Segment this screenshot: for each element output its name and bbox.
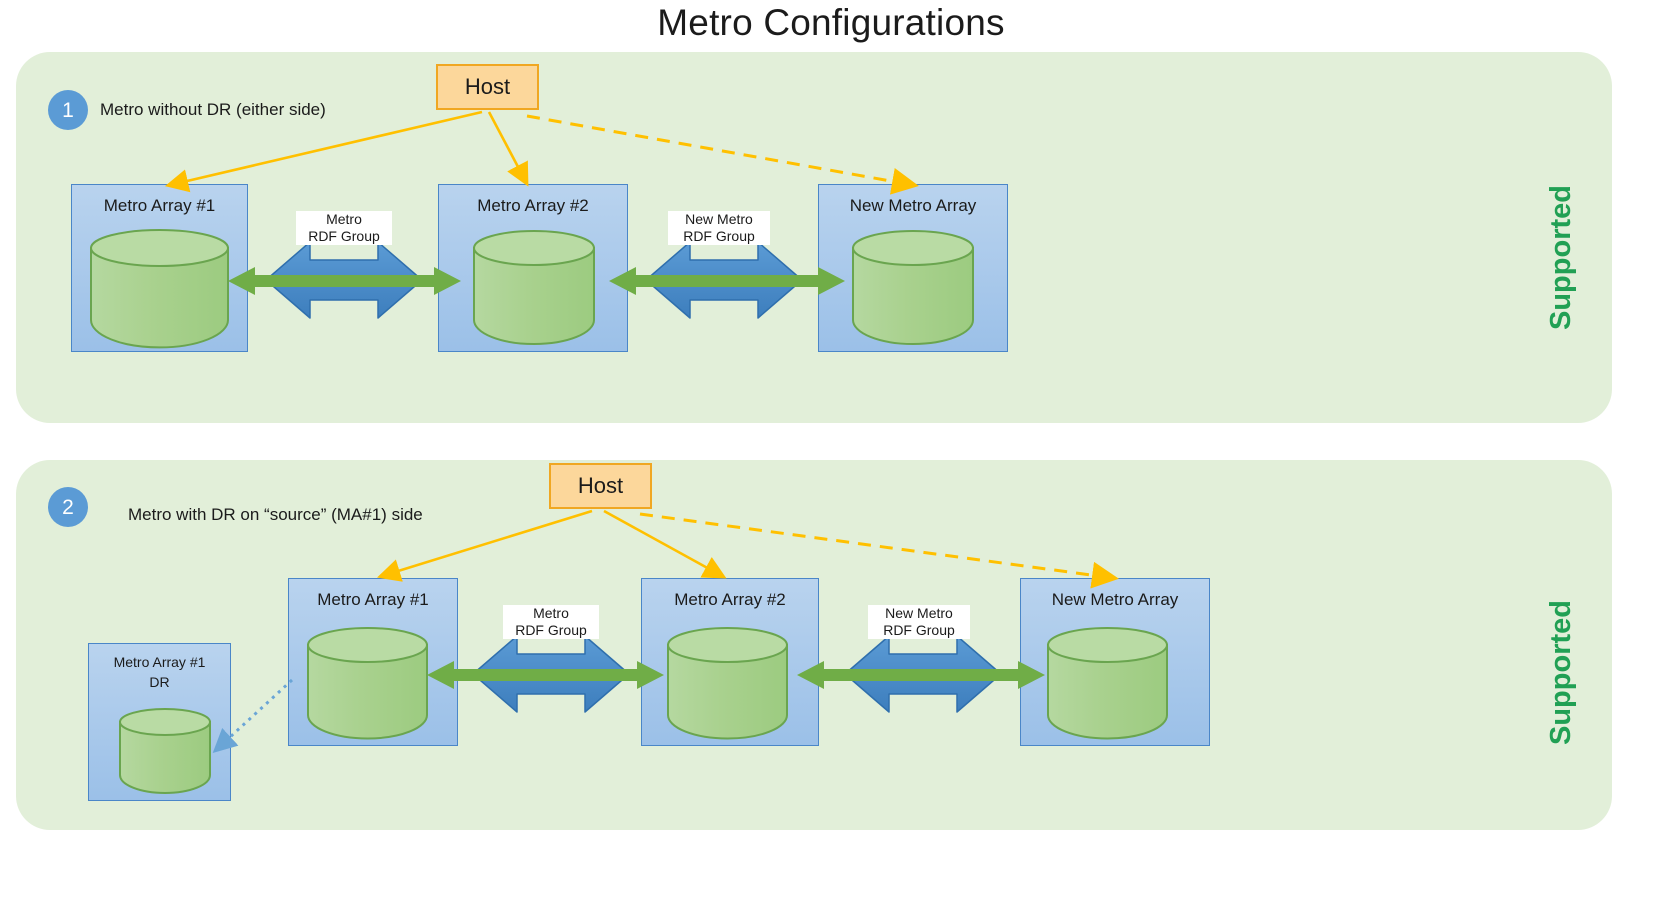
host-label: Host — [464, 74, 511, 99]
rdf-line-1: Metro — [533, 605, 569, 621]
panel-2-metro-rdf-group-label: Metro RDF Group — [503, 605, 599, 640]
panel-1-metro-rdf-group-label: Metro RDF Group — [296, 211, 392, 246]
rdf-line-1: New Metro — [885, 605, 953, 621]
panel-2-new-metro-rdf-group-label: New Metro RDF Group — [868, 605, 970, 640]
panel-1-new-metro-array[interactable]: New Metro Array — [818, 184, 1008, 352]
panel-1-caption: Metro without DR (either side) — [100, 100, 326, 119]
panel-2-badge: 2 — [48, 487, 88, 527]
array-label: Metro Array #2 — [674, 590, 786, 609]
panel-1-new-metro-rdf-group-label: New Metro RDF Group — [668, 211, 770, 246]
host-label: Host — [577, 473, 624, 498]
rdf-line-2: RDF Group — [308, 228, 380, 245]
panel-1-metro-array-1[interactable]: Metro Array #1 — [71, 184, 248, 352]
panel-2-caption: Metro with DR on “source” (MA#1) side — [128, 505, 423, 524]
panel-1-status: Supported — [1545, 185, 1577, 330]
array-label: Metro Array #1 — [103, 196, 216, 215]
rdf-line-2: RDF Group — [515, 622, 587, 639]
panel-2-metro-array-1[interactable]: Metro Array #1 — [288, 578, 458, 746]
panel-1-badge: 1 — [48, 90, 88, 130]
panel-2-metro-array-1-dr[interactable]: Metro Array #1 DR — [88, 643, 231, 801]
panel-1-metro-array-2[interactable]: Metro Array #2 — [438, 184, 628, 352]
panel-1-host-box[interactable]: Host — [436, 64, 539, 110]
page-title: Metro Configurations — [657, 2, 1005, 43]
rdf-line-2: RDF Group — [883, 622, 955, 639]
dr-array-line-2: DR — [149, 674, 170, 690]
rdf-line-1: Metro — [326, 211, 362, 227]
panel-2-metro-array-2[interactable]: Metro Array #2 — [641, 578, 819, 746]
panel-2-host-box[interactable]: Host — [549, 463, 652, 509]
rdf-line-1: New Metro — [685, 211, 753, 227]
dr-array-line-1: Metro Array #1 — [113, 654, 206, 670]
rdf-line-2: RDF Group — [683, 228, 755, 245]
array-label: Metro Array #2 — [477, 196, 589, 215]
array-label: New Metro Array — [1051, 590, 1179, 609]
array-label: New Metro Array — [849, 196, 977, 215]
panel-2-status: Supported — [1545, 600, 1577, 745]
panel-2-new-metro-array[interactable]: New Metro Array — [1020, 578, 1210, 746]
array-label: Metro Array #1 — [317, 590, 429, 609]
